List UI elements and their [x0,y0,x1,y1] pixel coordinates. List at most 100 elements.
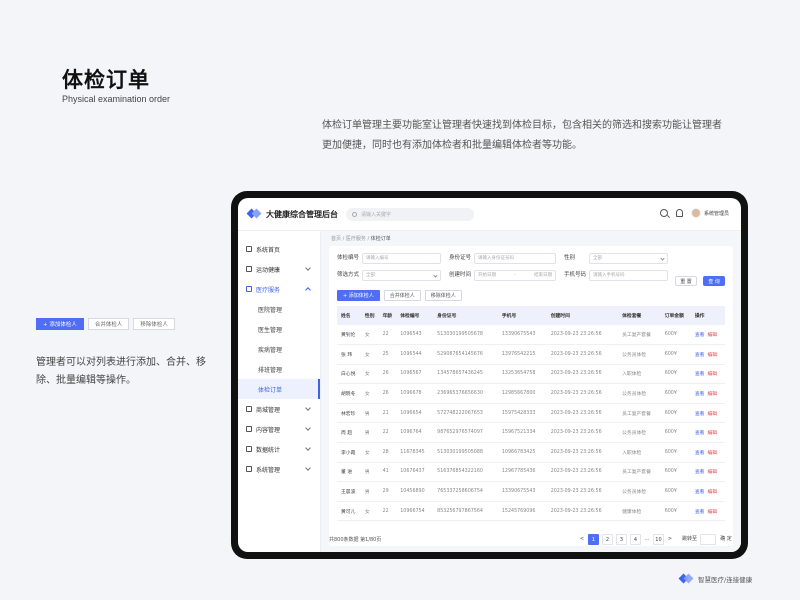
settings-icon [246,466,252,472]
query-button[interactable]: 查 询 [703,276,725,286]
view-link[interactable]: 查看 [695,490,705,495]
id-card-input[interactable]: 请输入身份证号码 [474,252,556,264]
edit-link[interactable]: 编辑 [707,510,717,515]
breadcrumb-medical[interactable]: 医疗服务 [346,236,366,242]
page-10[interactable]: 10 [652,533,664,545]
table-row: 李小霞女 28 11678345 513030199505088 10966783425… [337,442,725,463]
sidebar-item-home[interactable]: 系统首页 [238,239,320,259]
sidebar-item-shop[interactable]: 商城管理 [238,399,320,419]
table-cell: 2023-09-23 23:26:56 [546,462,619,483]
gender-select[interactable]: 全部 [589,252,668,264]
sidebar-subitem-disease[interactable]: 疾病管理 [238,339,320,359]
view-link[interactable]: 查看 [695,372,705,377]
edit-link[interactable]: 编辑 [707,470,717,475]
sidebar-item-system[interactable]: 系统管理 [238,459,320,479]
view-link[interactable]: 查看 [695,333,705,338]
table-row: 王晨波男 29 10456890 765337258606754 13390675543… [337,481,725,502]
table-cell: 25 [378,344,397,365]
merge-person-button[interactable]: 合并体检人 [383,290,421,301]
page-2[interactable]: 2 [601,533,613,545]
demo-description: 管理者可以对列表进行添加、合并、移除、批量编辑等操作。 [36,357,206,386]
breadcrumb-home[interactable]: 首页 [331,236,341,242]
prev-page-button[interactable]: < [579,534,585,545]
date-range-picker[interactable]: 开始日期 - 结束日期 [474,269,556,281]
bell-icon[interactable] [675,209,683,217]
sidebar-item-label: 运动健康 [256,266,281,274]
table-cell: 10966754 [396,501,434,522]
demo-add-button[interactable]: + 添加体检人 [36,318,84,330]
table-cell: 516376854322160 [433,462,498,483]
edit-link[interactable]: 编辑 [707,490,717,495]
edit-link[interactable]: 编辑 [707,392,717,397]
reset-button[interactable]: 重 置 [675,276,697,286]
view-link[interactable]: 查看 [695,451,705,456]
global-search-input[interactable]: 请输入关键字 [346,207,474,221]
user-name[interactable]: 系统管理员 [704,210,729,217]
goto-page-input[interactable] [700,533,716,545]
view-link[interactable]: 查看 [695,431,705,436]
brand-logo-icon [678,573,694,584]
table-cell: 22 [378,325,397,346]
table-cell: 2023-09-23 23:26:56 [546,383,619,404]
table-cell-actions: 查看 编辑 [690,422,725,444]
view-link[interactable]: 查看 [695,510,705,515]
hero-title: 体检订单 [62,68,150,92]
table-cell: 21 [378,403,397,424]
table-cell: 女 [360,325,379,346]
table-cell: 987652976574097 [433,422,498,444]
table-cell: 11678345 [396,442,434,463]
add-person-button[interactable]: + 添加体检人 [337,290,380,301]
page-3[interactable]: 3 [615,533,627,545]
method-select[interactable]: 全部 [362,269,441,281]
avatar[interactable] [690,208,701,218]
sidebar-subitem-hospital[interactable]: 医院管理 [238,299,320,319]
sidebar-item-stats[interactable]: 数据统计 [238,439,320,459]
page-1[interactable]: 1 [587,533,599,545]
edit-link[interactable]: 编辑 [707,372,717,377]
edit-link[interactable]: 编辑 [707,431,717,436]
table-cell: 12985667800 [497,383,547,404]
table-cell: 女 [360,344,379,365]
sidebar-item-label: 系统管理 [256,466,281,474]
page-4[interactable]: 4 [629,533,641,545]
sidebar-subitem-exam-order[interactable]: 体检订单 [238,379,320,399]
sidebar-item-label: 数据统计 [256,446,281,454]
table-cell: 853256797867564 [433,501,498,522]
goto-confirm-button[interactable]: 确 定 [719,534,733,545]
demo-remove-button[interactable]: 移除体检人 [133,318,175,330]
table-cell: 2023-09-23 23:26:56 [546,325,619,346]
table-cell-actions: 查看 编辑 [690,364,725,385]
edit-link[interactable]: 编辑 [707,412,717,417]
table-cell: 2023-09-23 23:26:56 [546,501,619,522]
table-cell: 胡晓冬 [337,383,361,404]
table-cell: 134578657436245 [433,364,498,385]
table-cell: 黄可儿 [337,501,361,522]
table-cell: 男 [360,481,379,502]
table-cell: 张 玮 [337,344,361,365]
sidebar-item-medical-service[interactable]: 医疗服务 [238,279,320,299]
search-icon [352,211,357,217]
edit-link[interactable]: 编辑 [707,451,717,456]
sidebar-item-sports-health[interactable]: 运动健康 [238,259,320,279]
table-cell: 41 [378,462,397,483]
view-link[interactable]: 查看 [695,353,705,358]
next-page-button[interactable]: > [667,534,673,545]
table-cell: 600¥ [660,383,691,404]
edit-link[interactable]: 编辑 [707,353,717,358]
table-cell: 13976542215 [497,344,547,365]
sidebar-item-content[interactable]: 内容管理 [238,419,320,439]
sidebar-subitem-schedule[interactable]: 排班管理 [238,359,320,379]
table-cell: 公务员体检 [618,344,661,365]
exam-id-input[interactable]: 请输入编号 [362,252,441,264]
demo-merge-button[interactable]: 合并体检人 [87,318,130,330]
table-cell: 周 超 [337,422,361,444]
remove-person-button[interactable]: 移除体检人 [424,290,462,301]
search-icon[interactable] [659,209,668,217]
view-link[interactable]: 查看 [695,392,705,397]
phone-input[interactable]: 请输入手机号码 [589,269,668,281]
view-link[interactable]: 查看 [695,470,705,475]
sidebar-subitem-doctor[interactable]: 医生管理 [238,319,320,339]
edit-link[interactable]: 编辑 [707,333,717,338]
sidebar-item-label: 内容管理 [256,426,281,434]
view-link[interactable]: 查看 [695,412,705,417]
